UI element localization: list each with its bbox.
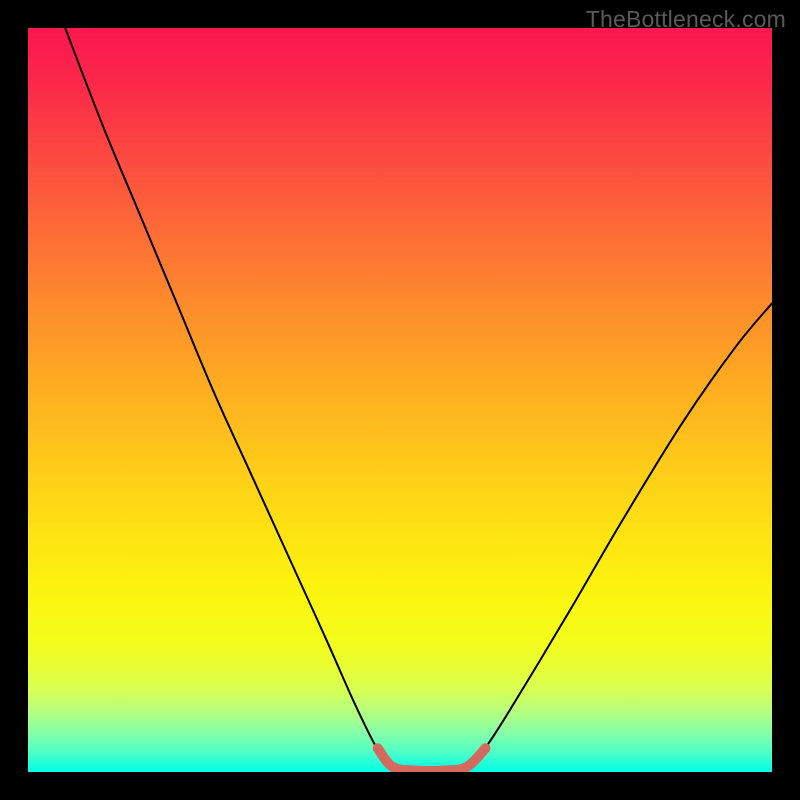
- bottleneck-curve: [65, 28, 772, 772]
- curve-layer: [28, 28, 772, 772]
- watermark-text: TheBottleneck.com: [586, 6, 786, 33]
- gradient-plot-area: [28, 28, 772, 772]
- chart-frame: TheBottleneck.com: [0, 0, 800, 800]
- bottom-highlight: [378, 748, 486, 771]
